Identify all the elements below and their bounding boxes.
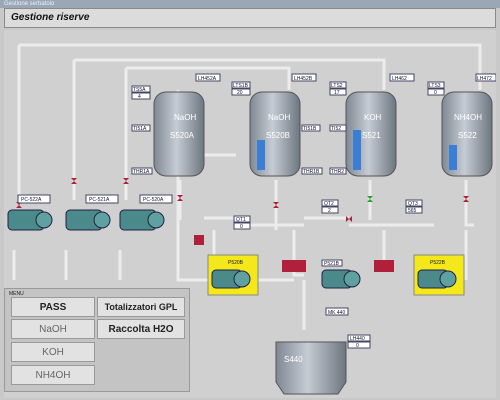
pump-p520b[interactable]: P520B: [207, 254, 259, 296]
tag-thr1a: THR1A: [133, 169, 150, 175]
tag-lts3-value: 0: [434, 90, 437, 96]
tag-ts5a: TS5A: [133, 87, 146, 93]
flow-qt3-value: 565: [408, 208, 417, 214]
tank-s520b-level-tag: LH452B: [294, 76, 313, 82]
flow-qt2-label: QT2: [324, 201, 334, 207]
pump-p522b-label: P522B: [430, 260, 446, 266]
pump-pc521a-label: PC-521A: [89, 197, 110, 203]
pump-pc521a[interactable]: PC-521A: [65, 194, 119, 231]
valve-icon: [194, 235, 204, 245]
naoh-button[interactable]: NaOH: [11, 319, 95, 339]
pump-p521b-label: P521B: [324, 261, 340, 267]
tank-s521[interactable]: KOH S521 LH462: [345, 73, 415, 177]
tank-s520a-code: S520A: [170, 131, 195, 140]
valve-icon: [463, 196, 469, 202]
pass-button[interactable]: PASS: [11, 297, 95, 317]
valve-icon: [273, 202, 279, 208]
collector-tag-mk440: MK 440: [328, 310, 345, 316]
tank-s520b-code: S520B: [266, 131, 290, 140]
collector-tag-lh440: LH440: [350, 336, 365, 342]
koh-button[interactable]: KOH: [11, 342, 95, 362]
valve-icon: [71, 178, 77, 184]
pump-p522b[interactable]: P522B: [413, 254, 465, 296]
pump-p521b[interactable]: P521B: [321, 259, 361, 289]
collector-tank-name: S440: [284, 355, 303, 364]
tank-s520a-name: NaOH: [174, 113, 196, 122]
pump-pc520a-label: PC-520A: [143, 197, 164, 203]
collector-tag-lh440-value: 0: [356, 343, 359, 349]
valve-icon: [374, 260, 394, 272]
pump-pc520a[interactable]: PC-520A: [119, 194, 173, 231]
flow-qt1-label: QT1: [236, 217, 246, 223]
pump-pc522a-label: PC-522A: [21, 197, 42, 203]
tag-lts2-value: 17: [334, 90, 340, 96]
pump-p520b-label: P520B: [228, 260, 244, 266]
tag-lts2: LTS2: [331, 83, 343, 89]
tank-s521-level-tag: LH462: [392, 76, 407, 82]
flow-qt3-label: QT3: [408, 201, 418, 207]
valve-icon: [367, 196, 373, 202]
tank-s520a-level-tag: LH452A: [198, 76, 217, 82]
tag-ti51b: TI51B: [303, 126, 317, 132]
tank-s520a[interactable]: NaOH S520A LH452A: [153, 73, 221, 177]
tag-ti51a: TI51A: [133, 126, 147, 132]
tag-thr2: THR2: [331, 169, 344, 175]
nh4oh-button[interactable]: NH4OH: [11, 365, 95, 385]
tank-s522[interactable]: NH4OH S522 LH472: [441, 73, 496, 177]
tank-s521-code: S521: [362, 131, 381, 140]
collector-tank-s440[interactable]: S440 MK 440 LH440 0: [275, 307, 371, 395]
valve-icon: [282, 260, 306, 272]
tag-lts1b-value: 20: [237, 90, 243, 96]
page-title: Gestione riserve: [11, 12, 90, 23]
flow-qt2-value: 2: [328, 208, 331, 214]
tank-s522-code: S522: [458, 131, 477, 140]
pump-pc522a[interactable]: PC-522A: [7, 194, 53, 231]
tank-s521-name: KOH: [364, 113, 382, 122]
window-titlebar: Gestione serbatoio: [0, 0, 500, 8]
menu-panel: MENU PASS Totalizzatori GPL NaOH Raccolt…: [4, 288, 190, 392]
tag-lts1b: LTS1B: [233, 83, 249, 89]
tag-ts5a-value: 4: [138, 94, 141, 100]
tank-s522-level-tag: LH472: [477, 76, 492, 82]
tank-s520b-name: NaOH: [268, 113, 290, 122]
flow-qt1-value: 0: [240, 224, 243, 230]
totalizzatori-gpl-button[interactable]: Totalizzatori GPL: [97, 297, 185, 317]
valve-icon: [123, 178, 129, 184]
page-header: Gestione riserve: [4, 8, 496, 28]
raccolta-h2o-button[interactable]: Raccolta H2O: [97, 319, 185, 339]
tag-lts3: LTS3: [429, 83, 441, 89]
window-title: Gestione serbatoio: [4, 1, 55, 7]
tag-thr1b: THR1B: [303, 169, 320, 175]
tag-ti52: TI52: [331, 126, 341, 132]
tank-s522-name: NH4OH: [454, 113, 482, 122]
